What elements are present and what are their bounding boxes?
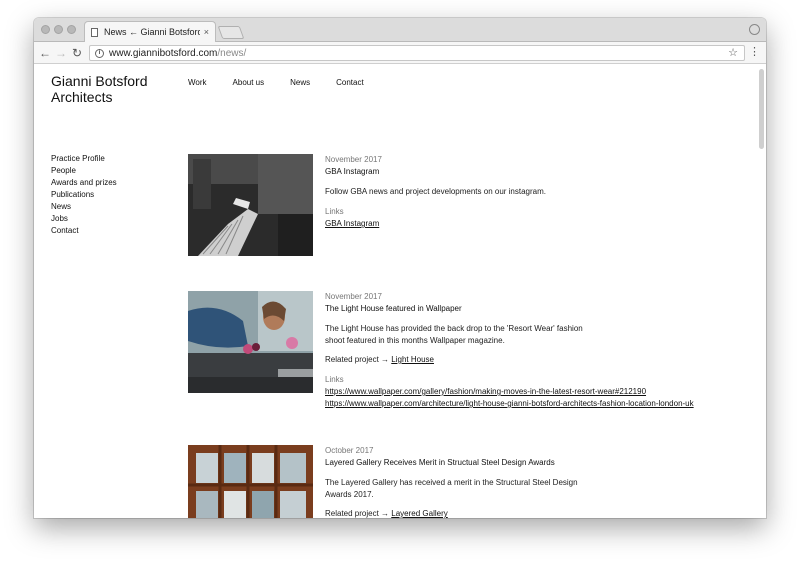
links-label: Links [325,207,344,216]
related-project: Related project → Light House [325,354,745,366]
document-icon [91,27,98,37]
scrollbar[interactable] [759,69,764,149]
post-content: November 2017 The Light House featured i… [325,291,745,410]
post-date: October 2017 [325,446,374,455]
tab-title: News ← Gianni Botsford Archi [104,27,200,37]
links-label: Links [325,375,344,384]
sidenav-practice-profile[interactable]: Practice Profile [51,153,117,165]
browser-menu-icon[interactable]: ⋮ [749,46,760,58]
tab-close-icon[interactable]: × [204,27,209,37]
post-image-layered-gallery[interactable] [188,445,313,518]
post-body: The Light House has provided the back dr… [325,324,583,345]
post-body: Follow GBA news and project developments… [325,187,547,196]
post-image-light-house[interactable] [188,291,313,393]
bookmark-star-icon[interactable]: ☆ [728,46,738,59]
related-prefix: Related project → [325,355,390,364]
sidenav-publications[interactable]: Publications [51,189,117,201]
nav-news[interactable]: News [290,78,310,87]
post-body: The Layered Gallery has received a merit… [325,478,578,499]
sidenav-awards[interactable]: Awards and prizes [51,177,117,189]
post-content: October 2017 Layered Gallery Receives Me… [325,445,745,518]
nav-about-us[interactable]: About us [233,78,265,87]
browser-tab[interactable]: News ← Gianni Botsford Archi × [84,21,216,42]
post-link[interactable]: https://www.wallpaper.com/gallery/fashio… [325,386,745,398]
url-path: /news/ [217,47,247,59]
nav-contact[interactable]: Contact [336,78,364,87]
top-navigation: Work About us News Contact [188,78,390,87]
sidenav-news[interactable]: News [51,201,117,213]
post-title: GBA Instagram [325,167,380,176]
related-project-link[interactable]: Layered Gallery [391,509,447,518]
post-title: The Light House featured in Wallpaper [325,304,462,313]
nav-work[interactable]: Work [188,78,207,87]
related-prefix: Related project → [325,509,390,518]
sidenav-people[interactable]: People [51,165,117,177]
post-link[interactable]: GBA Instagram [325,218,745,230]
side-navigation: Practice Profile People Awards and prize… [51,153,117,237]
post-image-instagram[interactable] [188,154,313,256]
minimize-window-button[interactable] [54,25,63,34]
zoom-window-button[interactable] [67,25,76,34]
post-content: November 2017 GBA Instagram Follow GBA n… [325,154,745,230]
sidenav-contact[interactable]: Contact [51,225,117,237]
post-title: Layered Gallery Receives Merit in Struct… [325,458,555,467]
browser-window: News ← Gianni Botsford Archi × ← → ↻ i w… [34,18,766,518]
tab-strip: News ← Gianni Botsford Archi × [34,18,766,42]
sidenav-jobs[interactable]: Jobs [51,213,117,225]
web-page: Gianni Botsford Architects Work About us… [34,65,766,518]
logo-line-1: Gianni Botsford [51,73,148,89]
url-host: www.giannibotsford.com [109,47,218,59]
browser-toolbar: ← → ↻ i www.giannibotsford.com /news/ ☆ … [34,42,766,64]
site-info-icon[interactable]: i [95,48,104,58]
post-date: November 2017 [325,292,382,301]
related-project-link[interactable]: Light House [391,355,434,364]
logo-line-2: Architects [51,89,113,105]
post-link[interactable]: https://www.wallpaper.com/architecture/l… [325,398,745,410]
close-window-button[interactable] [41,25,50,34]
related-project: Related project → Layered Gallery [325,508,745,518]
new-tab-button[interactable] [217,26,245,39]
back-icon[interactable]: ← [38,46,52,60]
reload-icon[interactable]: ↻ [70,46,84,60]
address-bar[interactable]: i www.giannibotsford.com /news/ ☆ [89,45,745,61]
site-logo[interactable]: Gianni Botsford Architects [51,73,148,105]
forward-icon[interactable]: → [54,46,68,60]
profile-icon[interactable] [749,24,760,35]
post-date: November 2017 [325,155,382,164]
